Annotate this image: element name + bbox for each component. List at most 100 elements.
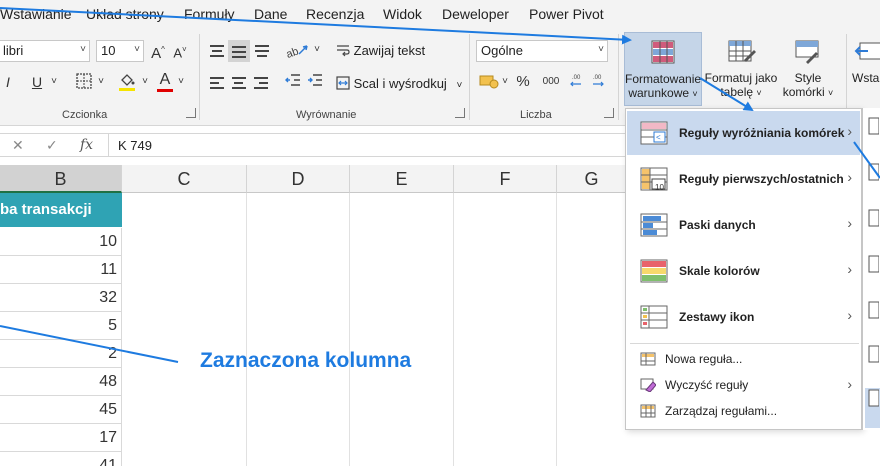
accounting-format-button[interactable] xyxy=(478,72,500,94)
menu-item-clear-rules[interactable]: Wyczyść reguły › xyxy=(627,372,860,398)
table-cell[interactable]: 48 xyxy=(0,368,122,396)
number-format-combo[interactable]: Ogólne ˅ xyxy=(476,40,608,62)
table-cell[interactable]: 41 xyxy=(0,452,122,466)
submenu-item[interactable] xyxy=(865,162,880,202)
submenu-item[interactable] xyxy=(865,116,880,156)
tab-data[interactable]: Dane xyxy=(254,6,287,22)
underline-button[interactable]: U xyxy=(30,72,44,94)
column-header-c[interactable]: C xyxy=(122,165,247,193)
chevron-down-icon[interactable]: ˅ xyxy=(49,72,59,94)
header-cell[interactable]: ba transakcji xyxy=(0,193,122,227)
column-header-b[interactable]: B xyxy=(0,165,122,193)
font-color-button[interactable]: A xyxy=(156,70,174,92)
tab-page-layout[interactable]: Układ strony xyxy=(86,6,164,22)
column-header-f[interactable]: F xyxy=(454,165,557,193)
italic-button[interactable]: I xyxy=(0,72,16,94)
format-as-table-button[interactable]: Formatuj jako tabelę ˅ xyxy=(704,32,778,106)
tab-view[interactable]: Widok xyxy=(383,6,422,22)
cancel-icon[interactable]: ✕ xyxy=(12,137,24,154)
submenu-item[interactable] xyxy=(865,388,880,428)
tab-power-pivot[interactable]: Power Pivot xyxy=(529,6,604,22)
submenu-item[interactable] xyxy=(865,254,880,294)
insert-cells-button[interactable]: Wsta xyxy=(852,32,880,106)
align-left-button[interactable] xyxy=(208,72,226,94)
chevron-down-icon[interactable]: ˅ xyxy=(500,72,510,94)
column-header-d[interactable]: D xyxy=(247,165,350,193)
column-header-e[interactable]: E xyxy=(350,165,454,193)
menu-item-manage-rules[interactable]: Zarządzaj regułami... xyxy=(627,398,860,424)
alignment-group-launcher[interactable] xyxy=(455,108,465,118)
column-header-g[interactable]: G xyxy=(557,165,627,193)
chevron-down-icon[interactable]: ˅ xyxy=(312,40,322,62)
menu-item-new-rule[interactable]: Nowa reguła... xyxy=(627,346,860,372)
fill-color-button[interactable] xyxy=(116,72,138,94)
formula-bar-divider xyxy=(108,134,109,156)
rule-icon xyxy=(868,117,880,135)
table-cell[interactable]: 5 xyxy=(0,312,122,340)
align-middle-button[interactable] xyxy=(228,40,250,62)
enter-icon[interactable]: ✓ xyxy=(46,137,58,154)
font-group-launcher[interactable] xyxy=(186,108,196,118)
chevron-down-icon: ˅ xyxy=(598,44,604,55)
formula-input[interactable]: K 749 xyxy=(118,138,152,153)
decrease-indent-button[interactable] xyxy=(284,72,302,94)
eraser-icon xyxy=(640,378,656,392)
submenu-item[interactable] xyxy=(865,208,880,248)
menu-item-icon-sets[interactable]: Zestawy ikon › xyxy=(627,295,860,339)
rule-icon xyxy=(868,389,880,407)
font-name-combo[interactable]: libri ˅ xyxy=(0,40,90,62)
insert-function-icon[interactable]: fx xyxy=(80,137,93,153)
merge-cells-icon xyxy=(336,76,350,90)
table-cell[interactable]: 10 xyxy=(0,228,122,256)
align-top-button[interactable] xyxy=(208,40,226,62)
shrink-font-button[interactable]: A˅ xyxy=(171,40,189,62)
grow-font-button[interactable]: A^ xyxy=(149,40,167,62)
menu-item-top-bottom-rules[interactable]: 10 Reguły pierwszych/ostatnich › xyxy=(627,157,860,201)
table-cell[interactable]: 11 xyxy=(0,256,122,284)
conditional-formatting-button[interactable]: Formatowanie warunkowe ˅ xyxy=(624,32,702,106)
underline-icon: U xyxy=(31,74,43,90)
align-right-button[interactable] xyxy=(252,72,270,94)
merge-center-button[interactable]: Scal i wyśrodkuj ˅ xyxy=(336,76,462,91)
menu-item-data-bars[interactable]: Paski danych › xyxy=(627,203,860,247)
chevron-down-icon: ˅ xyxy=(692,89,698,99)
number-format-value: Ogólne xyxy=(481,43,523,58)
chevron-right-icon: › xyxy=(847,123,852,139)
font-size-combo[interactable]: 10 ˅ xyxy=(96,40,144,62)
table-cell[interactable]: 32 xyxy=(0,284,122,312)
number-group-launcher[interactable] xyxy=(604,108,614,118)
cell-styles-button[interactable]: Style komórki ˅ xyxy=(780,32,836,106)
table-cell[interactable]: 45 xyxy=(0,396,122,424)
increase-decimal-button[interactable]: .00 xyxy=(568,72,586,94)
submenu-item[interactable] xyxy=(865,300,880,340)
wrap-text-button[interactable]: Zawijaj tekst xyxy=(336,43,425,58)
chevron-down-icon[interactable]: ˅ xyxy=(176,72,186,94)
table-cell[interactable]: 2 xyxy=(0,340,122,368)
tab-formulas[interactable]: Formuły xyxy=(184,6,235,22)
decrease-decimal-button[interactable]: .00 xyxy=(590,72,608,94)
percent-style-button[interactable]: % xyxy=(514,72,532,94)
chevron-down-icon[interactable]: ˅ xyxy=(140,72,150,94)
chevron-down-icon[interactable]: ˅ xyxy=(96,72,106,94)
submenu-item[interactable] xyxy=(865,344,880,384)
align-right-icon xyxy=(254,77,268,79)
chevron-down-icon: ˅ xyxy=(80,44,86,55)
merge-center-label: Scal i wyśrodkuj xyxy=(353,76,447,91)
rule-icon xyxy=(868,163,880,181)
borders-button[interactable] xyxy=(74,73,94,95)
orientation-button[interactable]: ab xyxy=(284,40,312,62)
align-bottom-button[interactable] xyxy=(253,40,271,62)
menu-item-highlight-rules[interactable]: < Reguły wyróżniania komórek › xyxy=(627,111,860,155)
align-center-button[interactable] xyxy=(230,72,248,94)
comma-style-button[interactable]: 000 xyxy=(538,72,564,94)
tab-review[interactable]: Recenzja xyxy=(306,6,364,22)
tab-insert[interactable]: Wstawianie xyxy=(0,6,72,22)
paint-bucket-icon xyxy=(119,74,135,91)
menu-item-label: Reguły pierwszych/ostatnich xyxy=(679,172,844,186)
menu-item-color-scales[interactable]: Skale kolorów › xyxy=(627,249,860,293)
tab-developer[interactable]: Deweloper xyxy=(442,6,509,22)
cell-styles-icon xyxy=(795,40,819,64)
increase-indent-button[interactable] xyxy=(306,72,324,94)
table-cell[interactable]: 17 xyxy=(0,424,122,452)
menu-item-label: Reguły wyróżniania komórek xyxy=(679,126,845,140)
